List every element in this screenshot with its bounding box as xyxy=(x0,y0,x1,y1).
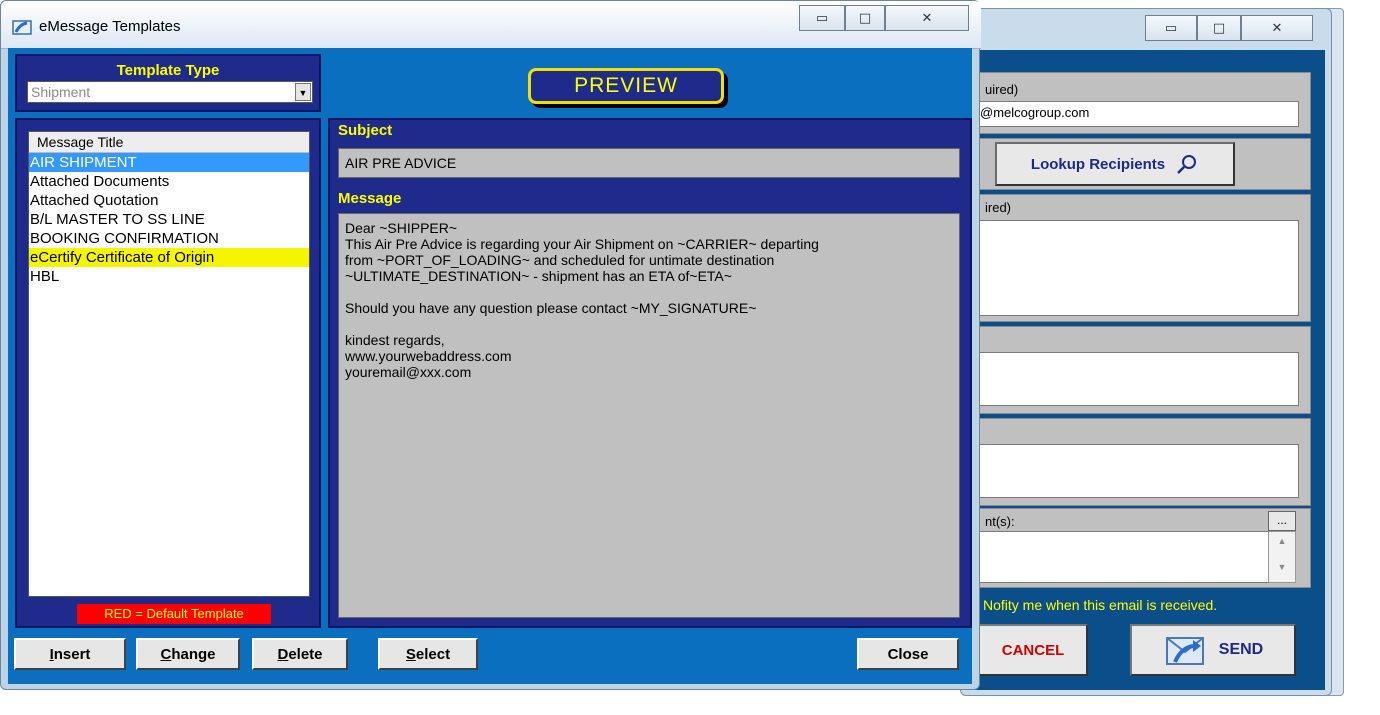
to-label: uired) xyxy=(985,82,1019,97)
send-button[interactable]: SEND xyxy=(1130,624,1296,676)
app-icon xyxy=(12,20,32,35)
template-type-value: Shipment xyxy=(31,84,91,100)
cancel-button[interactable]: CANCEL xyxy=(978,624,1088,676)
to-field[interactable]: @melcogroup.com xyxy=(975,101,1299,127)
minimize-button[interactable]: ▭ xyxy=(799,5,845,31)
close-button[interactable]: Close xyxy=(857,638,959,670)
chevron-down-icon[interactable]: ▼ xyxy=(295,83,311,101)
list-item[interactable]: HBL xyxy=(29,267,309,286)
subject-field: AIR PRE ADVICE xyxy=(338,148,960,178)
change-label: hange xyxy=(171,645,216,663)
insert-button[interactable]: Insert xyxy=(14,638,126,670)
attachments-label: nt(s): xyxy=(985,514,1015,529)
message-title-list[interactable]: Message Title AIR SHIPMENT Attached Docu… xyxy=(28,131,310,597)
message-body: Dear ~SHIPPER~ This Air Pre Advice is re… xyxy=(338,213,960,618)
message-label: Message xyxy=(338,190,402,207)
list-item[interactable]: AIR SHIPMENT xyxy=(29,153,309,172)
close-icon: ✕ xyxy=(1271,20,1283,36)
lookup-recipients-label: Lookup Recipients xyxy=(1030,155,1166,173)
notify-read-receipt[interactable]: Nofity me when this email is received. xyxy=(983,597,1217,613)
attachments-list[interactable] xyxy=(975,531,1269,583)
desktop: ▭ □ ✕ uired) @melcogroup.com Lookup Reci… xyxy=(0,0,1380,715)
preview-panel: Subject AIR PRE ADVICE Message Dear ~SHI… xyxy=(328,118,972,628)
message-list-panel: Message Title AIR SHIPMENT Attached Docu… xyxy=(15,118,321,628)
list-item[interactable]: Attached Documents xyxy=(29,172,309,191)
maximize-button[interactable]: □ xyxy=(845,5,885,31)
attachments-scrollbar[interactable]: ▲ ▼ xyxy=(1268,531,1296,583)
bg-close-button[interactable]: ✕ xyxy=(1241,15,1313,41)
window-title: eMessage Templates xyxy=(39,18,181,35)
maximize-icon: □ xyxy=(858,10,872,26)
template-type-select[interactable]: Shipment ▼ xyxy=(27,81,313,103)
delete-accelerator: D xyxy=(277,645,289,663)
close-window-button[interactable]: ✕ xyxy=(885,5,969,31)
change-accelerator: C xyxy=(160,645,172,663)
template-type-label: Template Type xyxy=(116,62,220,79)
default-template-legend: RED = Default Template xyxy=(77,604,271,624)
cc-field[interactable] xyxy=(975,220,1299,316)
close-label: Close xyxy=(887,645,929,663)
cancel-label: CANCEL xyxy=(1001,641,1065,659)
bg-minimize-button[interactable]: ▭ xyxy=(1145,15,1197,41)
maximize-icon: □ xyxy=(1212,20,1226,36)
template-type-panel: Template Type Shipment ▼ xyxy=(15,54,321,112)
lookup-recipients-button[interactable]: Lookup Recipients xyxy=(995,142,1235,186)
select-accelerator: S xyxy=(405,645,416,663)
change-button[interactable]: Change xyxy=(136,638,240,670)
scroll-down-icon: ▼ xyxy=(1277,562,1287,572)
close-icon: ✕ xyxy=(921,10,933,26)
list-item[interactable]: eCertify Certificate of Origin xyxy=(29,248,309,267)
minimize-icon: ▭ xyxy=(815,10,829,26)
preview-badge: PREVIEW xyxy=(528,68,724,104)
search-icon xyxy=(1177,155,1197,174)
select-button[interactable]: Select xyxy=(378,638,478,670)
minimize-icon: ▭ xyxy=(1164,20,1178,36)
list-column-header[interactable]: Message Title xyxy=(29,132,309,153)
window-controls: ▭ □ ✕ xyxy=(799,5,975,31)
bcc-field[interactable] xyxy=(975,352,1299,406)
subject-label: Subject xyxy=(338,122,393,139)
scroll-up-icon: ▲ xyxy=(1277,536,1287,546)
send-mail-icon xyxy=(1165,637,1204,665)
title-bar[interactable]: eMessage Templates ▭ □ ✕ xyxy=(1,1,981,49)
browse-attachment-button[interactable]: ... xyxy=(1268,511,1296,531)
list-item[interactable]: B/L MASTER TO SS LINE xyxy=(29,210,309,229)
delete-label: elete xyxy=(288,645,323,663)
send-label: SEND xyxy=(1218,641,1264,658)
delete-button[interactable]: Delete xyxy=(252,638,348,670)
background-window-controls: ▭ □ ✕ xyxy=(1145,15,1313,41)
list-item[interactable]: Attached Quotation xyxy=(29,191,309,210)
insert-label: nsert xyxy=(53,645,91,663)
subject-field-bg[interactable] xyxy=(975,444,1299,498)
bg-maximize-button[interactable]: □ xyxy=(1197,15,1241,41)
list-items: AIR SHIPMENT Attached Documents Attached… xyxy=(29,153,309,286)
list-item[interactable]: BOOKING CONFIRMATION xyxy=(29,229,309,248)
select-label: elect xyxy=(415,645,451,663)
cc-label: ired) xyxy=(985,200,1012,215)
